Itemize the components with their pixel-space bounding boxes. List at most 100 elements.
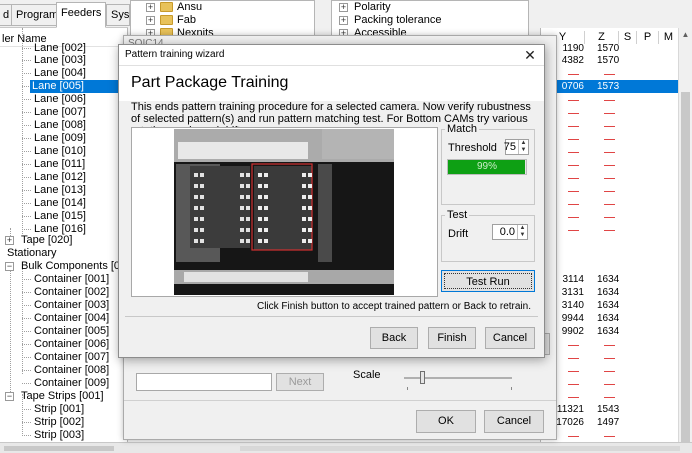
column-header-s[interactable]: S xyxy=(619,31,637,44)
cell-z[interactable]: 1634 xyxy=(597,299,619,312)
tree-node[interactable]: Stationary xyxy=(5,247,59,260)
tree-node[interactable]: Container [001] xyxy=(32,273,111,286)
scroll-thumb[interactable] xyxy=(681,92,690,442)
back-button[interactable]: Back xyxy=(370,327,418,349)
cell-z[interactable]: 1634 xyxy=(597,286,619,299)
tree-node[interactable]: Lane [013] xyxy=(32,184,88,197)
cell-z[interactable]: 1497 xyxy=(597,416,619,429)
expand-icon[interactable]: + xyxy=(339,3,348,12)
search-input[interactable] xyxy=(136,373,272,391)
tree-node[interactable]: Lane [008] xyxy=(32,119,88,132)
cancel-button[interactable]: Cancel xyxy=(485,327,535,349)
chip-pin xyxy=(200,217,204,221)
spin-down-icon[interactable]: ▼ xyxy=(519,147,528,154)
cell-y[interactable]: 11321 xyxy=(557,403,584,416)
tree-node[interactable]: Container [004] xyxy=(32,312,111,325)
column-header-p[interactable]: P xyxy=(637,31,659,44)
feeder-tree[interactable]: ler Name Lane [002] Lane [003] Lane [004] L… xyxy=(0,28,128,442)
cell-z[interactable]: 1634 xyxy=(597,325,619,338)
drift-spin-buttons[interactable]: ▲ ▼ xyxy=(517,225,527,239)
collapse-icon[interactable]: − xyxy=(5,392,14,401)
column-header-m[interactable]: M xyxy=(659,31,678,44)
tree-node[interactable]: Lane [007] xyxy=(32,106,88,119)
cell-z[interactable]: 1543 xyxy=(597,403,619,416)
cell-y[interactable]: 4382 xyxy=(562,54,584,67)
close-icon[interactable]: ✕ xyxy=(522,46,538,64)
threshold-spin-buttons[interactable]: ▲ ▼ xyxy=(518,140,528,154)
folder-icon xyxy=(160,2,173,12)
tree-node[interactable]: Container [003] xyxy=(32,299,111,312)
scroll-thumb[interactable] xyxy=(4,446,114,451)
tree-node[interactable]: Container [002] xyxy=(32,286,111,299)
empty-value-dash xyxy=(604,74,615,75)
test-run-button[interactable]: Test Run xyxy=(441,270,535,292)
tab-feeders[interactable]: Feeders xyxy=(56,2,106,28)
cell-y[interactable]: 3131 xyxy=(562,286,584,299)
next-button[interactable]: Next xyxy=(276,373,324,391)
tree-node[interactable]: Container [008] xyxy=(32,364,111,377)
cell-z[interactable]: 1634 xyxy=(597,312,619,325)
feature-item[interactable]: Polarity xyxy=(354,1,391,14)
tree-node[interactable]: Lane [006] xyxy=(32,93,88,106)
wizard-titlebar: Pattern training wizard ✕ xyxy=(119,45,544,66)
tree-node[interactable]: Container [005] xyxy=(32,325,111,338)
tree-node[interactable]: Tape [020] xyxy=(19,234,74,247)
finish-button[interactable]: Finish xyxy=(428,327,476,349)
tree-node[interactable]: Container [007] xyxy=(32,351,111,364)
cell-z[interactable]: 1570 xyxy=(597,54,619,67)
coordinates-grid[interactable]: Y Z S P M 1190 1570 4382 1570 0706 1573 3114 16… xyxy=(540,28,678,442)
chip-pin xyxy=(264,195,268,199)
cell-z[interactable]: 1573 xyxy=(597,80,619,93)
tree-node[interactable]: Strip [003] xyxy=(32,429,86,442)
tree-node[interactable]: Container [009] xyxy=(32,377,111,390)
scale-slider-thumb[interactable] xyxy=(420,371,425,384)
collapse-icon[interactable]: − xyxy=(5,262,14,271)
expand-icon[interactable]: + xyxy=(5,236,14,245)
chip-pin xyxy=(194,184,198,188)
empty-value-dash xyxy=(604,165,615,166)
feature-list-right[interactable]: + Polarity + Packing tolerance + Accessi… xyxy=(331,0,529,36)
tree-node[interactable]: Lane [012] xyxy=(32,171,88,184)
tree-node[interactable]: Strip [002] xyxy=(32,416,86,429)
cell-y[interactable]: 3114 xyxy=(562,273,584,286)
spin-up-icon[interactable]: ▲ xyxy=(519,140,528,147)
drift-stepper[interactable]: 0.0 ▲ ▼ xyxy=(492,224,528,240)
tree-node[interactable]: Lane [011] xyxy=(32,158,87,171)
chip-pin xyxy=(200,206,204,210)
feature-list-left[interactable]: + Ansu + Fab + Nexnits xyxy=(130,0,315,36)
cell-y[interactable]: 9944 xyxy=(562,312,584,325)
cell-y[interactable]: 9902 xyxy=(562,325,584,338)
tab-strip: d Program Feeders Sys xyxy=(0,0,130,28)
tree-node[interactable]: Lane [014] xyxy=(32,197,88,210)
tree-node[interactable]: Tape Strips [001] xyxy=(19,390,106,403)
spin-up-icon[interactable]: ▲ xyxy=(518,225,527,232)
feature-item[interactable]: Ansu xyxy=(177,1,202,14)
ok-button[interactable]: OK xyxy=(416,410,476,433)
horizontal-scrollbar[interactable] xyxy=(0,442,692,453)
tree-node[interactable]: Lane [005] xyxy=(30,80,127,93)
cell-y[interactable]: 3140 xyxy=(562,299,584,312)
expand-icon[interactable]: + xyxy=(339,16,348,25)
scroll-up-icon[interactable]: ▲ xyxy=(681,30,690,40)
tree-node[interactable]: Lane [004] xyxy=(32,67,88,80)
cell-y[interactable]: 17026 xyxy=(556,416,584,429)
tree-node[interactable]: Bulk Components [00 xyxy=(19,260,127,273)
feature-item[interactable]: Packing tolerance xyxy=(354,14,441,27)
expand-icon[interactable]: + xyxy=(146,16,155,25)
tree-node[interactable]: Lane [009] xyxy=(32,132,88,145)
tree-node[interactable]: Strip [001] xyxy=(32,403,86,416)
grid-scrollbar[interactable]: ▲ xyxy=(678,28,692,442)
tree-node[interactable]: Lane [010] xyxy=(32,145,88,158)
tree-node[interactable]: Lane [015] xyxy=(32,210,88,223)
cell-y[interactable]: 0706 xyxy=(562,80,584,93)
tree-node[interactable]: Container [006] xyxy=(32,338,111,351)
spin-down-icon[interactable]: ▼ xyxy=(518,232,527,239)
tab-system[interactable]: Sys xyxy=(106,4,130,26)
tree-node[interactable]: Lane [003] xyxy=(32,54,88,67)
tab-program[interactable]: Program xyxy=(11,4,57,26)
feature-item[interactable]: Fab xyxy=(177,14,196,27)
part-dialog-cancel-button[interactable]: Cancel xyxy=(484,410,544,433)
cell-z[interactable]: 1634 xyxy=(597,273,619,286)
threshold-stepper[interactable]: 75 ▲ ▼ xyxy=(504,139,529,155)
expand-icon[interactable]: + xyxy=(146,3,155,12)
